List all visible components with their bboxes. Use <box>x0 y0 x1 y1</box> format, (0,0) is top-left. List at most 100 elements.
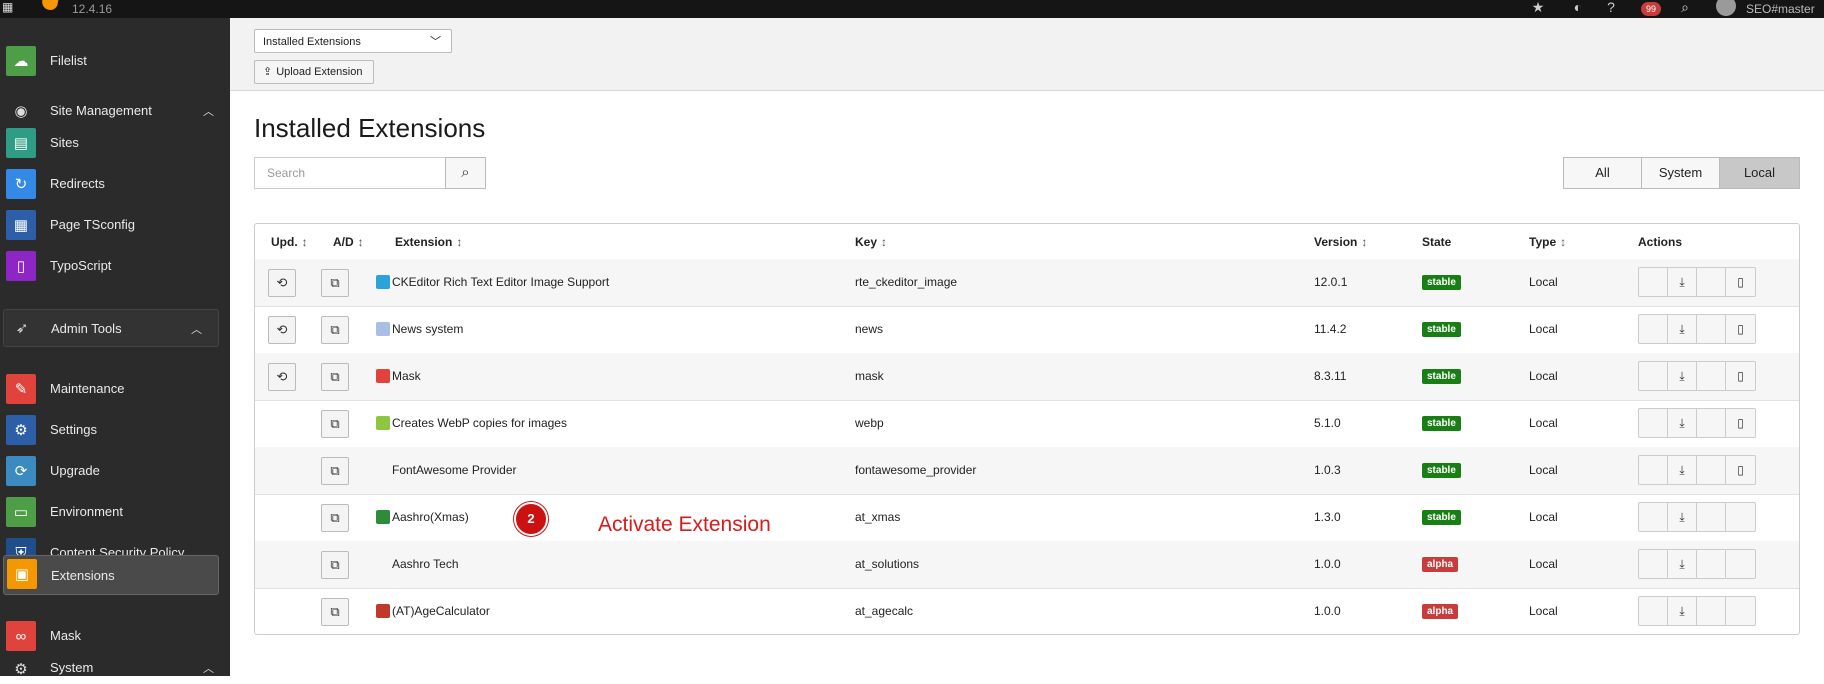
filter-local-button[interactable]: Local <box>1719 157 1800 189</box>
update-extension-button[interactable]: ⟲ <box>268 316 296 344</box>
sidebar-item-page-tsconfig[interactable]: ▦ Page TSconfig <box>0 204 230 244</box>
sidebar-item-upgrade[interactable]: ⟳ Upgrade <box>0 450 230 490</box>
search-input[interactable]: Search <box>254 157 445 189</box>
column-extension[interactable]: Extension ↕ <box>395 235 462 249</box>
column-upd[interactable]: Upd. ↕ <box>271 235 308 249</box>
sidebar-item-sites[interactable]: ▤ Sites <box>0 122 230 162</box>
action-slot-empty <box>1697 362 1726 390</box>
avatar[interactable] <box>1716 0 1736 16</box>
activate-deactivate-button[interactable]: ⧉ <box>321 598 349 626</box>
action-slot-empty <box>1639 409 1668 437</box>
activate-deactivate-button[interactable]: ⧉ <box>321 551 349 579</box>
search-icon[interactable]: ⌕ <box>1677 0 1693 16</box>
download-icon: ⤓ <box>1679 369 1685 383</box>
page-title: Installed Extensions <box>254 113 486 143</box>
script-icon: ▯ <box>6 251 36 281</box>
download-button[interactable]: ⤓ <box>1668 362 1697 390</box>
sidebar-item-redirects[interactable]: ↻ Redirects <box>0 163 230 203</box>
activate-deactivate-button[interactable]: ⧉ <box>321 457 349 485</box>
top-bar: ▦ 12.4.16 ★ ◐ ? ▣ 99 ⌕ SEO#master <box>0 0 1824 18</box>
sidebar-item-filelist[interactable]: ☁ Filelist <box>0 40 230 80</box>
action-select-value: Installed Extensions <box>263 36 361 48</box>
extension-key: fontawesome_provider <box>855 463 977 477</box>
sidebar-group-admin-tools[interactable]: ➶ Admin Tools ︿ <box>3 309 219 347</box>
toggle-extension-icon: ⧉ <box>330 369 340 384</box>
help-icon[interactable]: ? <box>1603 0 1619 16</box>
activate-deactivate-button[interactable]: ⧉ <box>321 363 349 391</box>
filter-system-button[interactable]: System <box>1641 157 1720 189</box>
download-button[interactable]: ⤓ <box>1668 550 1697 578</box>
cache-icon[interactable]: ◐ <box>1570 0 1586 16</box>
extension-key: news <box>855 322 884 336</box>
download-button[interactable]: ⤓ <box>1668 409 1697 437</box>
activate-deactivate-button[interactable]: ⧉ <box>321 410 349 438</box>
download-icon: ⤓ <box>1679 322 1685 336</box>
sidebar-item-settings[interactable]: ⚙ Settings <box>0 409 230 449</box>
sidebar-item-label: Page TSconfig <box>50 217 136 232</box>
action-slot-empty <box>1639 597 1668 625</box>
sort-icon: ↕ <box>456 235 463 249</box>
download-icon: ⤓ <box>1679 510 1685 524</box>
column-type[interactable]: Type ↕ <box>1529 235 1566 249</box>
search-button[interactable]: ⌕ <box>445 157 486 189</box>
download-button[interactable]: ⤓ <box>1668 503 1697 531</box>
update-extension-button[interactable]: ⟲ <box>268 269 296 297</box>
download-button[interactable]: ⤓ <box>1668 456 1697 484</box>
download-button[interactable]: ⤓ <box>1668 597 1697 625</box>
activate-deactivate-button[interactable]: ⧉ <box>321 316 349 344</box>
toggle-extension-icon: ⧉ <box>330 463 340 478</box>
table-row: ⧉ Aashro Tech at_solutions 1.0.0 alpha Local ⤓ <box>255 541 1799 589</box>
download-button[interactable]: ⤓ <box>1668 268 1697 296</box>
action-select[interactable]: Installed Extensions ﹀ <box>254 29 452 53</box>
chevron-up-icon[interactable]: ︿ <box>203 103 214 119</box>
action-slot-empty <box>1697 268 1726 296</box>
table-row: ⟲ ⧉ News system news 11.4.2 stable Local ⤓ ▯ <box>255 306 1799 354</box>
sidebar-item-extensions[interactable]: ▣ Extensions <box>3 555 219 595</box>
sidebar-item-maintenance[interactable]: ✎ Maintenance <box>0 368 230 408</box>
row-actions: ⤓ ▯ <box>1638 267 1756 297</box>
sidebar-item-label: Site Management <box>50 103 152 118</box>
download-button[interactable]: ⤓ <box>1668 315 1697 343</box>
chevron-up-icon[interactable]: ︿ <box>203 660 214 676</box>
activate-deactivate-button[interactable]: ⧉ <box>321 504 349 532</box>
state-badge: stable <box>1422 510 1461 525</box>
extension-version: 11.4.2 <box>1314 322 1347 336</box>
document-icon: ▯ <box>1737 322 1744 336</box>
action-slot-empty <box>1697 409 1726 437</box>
documentation-button[interactable]: ▯ <box>1726 409 1755 437</box>
bookmark-star-icon[interactable]: ★ <box>1530 0 1546 16</box>
sidebar-item-mask[interactable]: ∞ Mask <box>0 615 230 655</box>
update-extension-button[interactable]: ⟲ <box>268 363 296 391</box>
chevron-up-icon[interactable]: ︿ <box>191 321 202 337</box>
mask-icon: ∞ <box>6 621 36 651</box>
activate-deactivate-button[interactable]: ⧉ <box>321 269 349 297</box>
sidebar-item-label: Environment <box>50 504 123 519</box>
documentation-button[interactable]: ▯ <box>1726 315 1755 343</box>
documentation-button[interactable]: ▯ <box>1726 268 1755 296</box>
column-version[interactable]: Version ↕ <box>1314 235 1367 249</box>
extension-key: rte_ckeditor_image <box>855 275 958 289</box>
action-slot-empty <box>1697 503 1726 531</box>
upload-extension-button[interactable]: ⇪ Upload Extension <box>254 60 374 84</box>
action-slot-empty <box>1639 550 1668 578</box>
extension-type: Local <box>1529 322 1558 336</box>
notification-badge[interactable]: 99 <box>1641 2 1662 16</box>
gear-icon: ⚙ <box>6 415 36 445</box>
column-ad[interactable]: A/D ↕ <box>333 235 364 249</box>
documentation-button[interactable]: ▯ <box>1726 362 1755 390</box>
extension-icon <box>376 604 390 618</box>
typo3-logo-icon[interactable] <box>40 0 60 10</box>
documentation-button[interactable]: ▯ <box>1726 456 1755 484</box>
app-grid-icon[interactable]: ▦ <box>2 1 16 13</box>
extension-type: Local <box>1529 463 1558 477</box>
user-name[interactable]: SEO#master <box>1746 2 1815 16</box>
filter-all-button[interactable]: All <box>1563 157 1642 189</box>
sidebar-item-typoscript[interactable]: ▯ TypoScript <box>0 245 230 285</box>
document-icon: ▯ <box>1737 275 1744 289</box>
extension-name: Mask <box>392 369 421 383</box>
sidebar-item-environment[interactable]: ▭ Environment <box>0 491 230 531</box>
sort-icon: ↕ <box>357 235 364 249</box>
row-actions: ⤓ <box>1638 596 1756 626</box>
column-key[interactable]: Key ↕ <box>855 235 887 249</box>
sidebar-group-system[interactable]: ⚙ System ︿ <box>0 656 230 678</box>
